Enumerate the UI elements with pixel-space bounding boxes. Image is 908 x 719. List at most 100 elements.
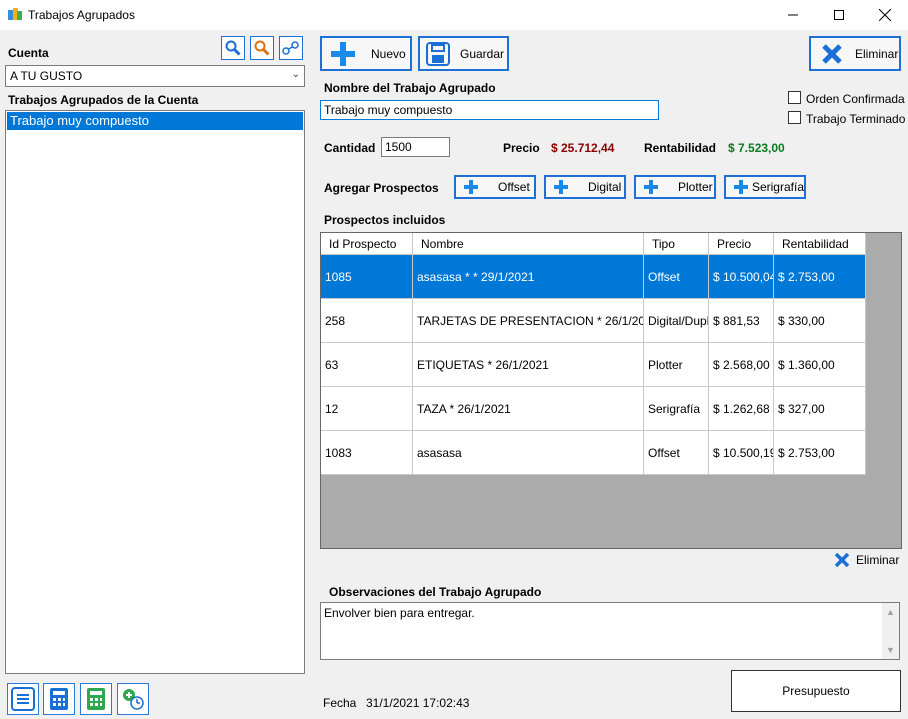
search-button[interactable] <box>221 36 245 60</box>
plus-icon <box>734 180 748 194</box>
calculator-blue-button[interactable] <box>43 683 75 715</box>
trabajos-list[interactable]: Trabajo muy compuesto <box>5 110 305 674</box>
nuevo-button[interactable]: Nuevo <box>320 36 412 71</box>
guardar-button[interactable]: Guardar <box>418 36 509 71</box>
cell-id: 1083 <box>321 431 413 475</box>
cell-tipo: Serigrafía <box>644 387 709 431</box>
cell-tipo: Plotter <box>644 343 709 387</box>
add-serigrafia-label: Serigrafía <box>751 180 804 194</box>
prospectos-label: Prospectos incluidos <box>324 213 446 227</box>
cell-nombre: TAZA * 26/1/2021 <box>413 387 644 431</box>
list-icon <box>11 687 35 711</box>
close-icon <box>879 9 891 21</box>
table-row[interactable]: 258 TARJETAS DE PRESENTACION * 26/1/2021… <box>321 299 866 343</box>
fecha-label: Fecha <box>323 696 357 710</box>
calculator-icon <box>50 688 68 710</box>
observaciones-textarea[interactable]: Envolver bien para entregar. ▲ ▼ <box>320 602 900 660</box>
precio-label: Precio <box>503 141 540 155</box>
orden-confirmada-label: Orden Confirmada <box>806 92 905 106</box>
save-icon <box>426 41 450 66</box>
search-icon <box>225 40 241 56</box>
cell-precio: $ 1.262,68 <box>709 387 774 431</box>
observaciones-text: Envolver bien para entregar. <box>324 606 475 620</box>
cantidad-input[interactable]: 1500 <box>381 137 450 157</box>
observaciones-label: Observaciones del Trabajo Agrupado <box>329 585 542 599</box>
trabajo-terminado-label: Trabajo Terminado <box>806 112 906 126</box>
column-header-precio[interactable]: Precio <box>709 233 774 255</box>
rentabilidad-label: Rentabilidad <box>644 141 717 155</box>
scroll-up-icon[interactable]: ▲ <box>886 607 895 617</box>
maximize-icon <box>834 10 844 20</box>
scroll-down-icon[interactable]: ▼ <box>886 645 895 655</box>
prospectos-grid[interactable]: Id Prospecto Nombre Tipo Precio Rentabil… <box>320 232 902 549</box>
minimize-icon <box>788 14 798 16</box>
column-header-nombre[interactable]: Nombre <box>413 233 644 255</box>
link-button[interactable] <box>279 36 303 60</box>
plus-icon <box>331 41 355 66</box>
search-advanced-button[interactable] <box>250 36 274 60</box>
presupuesto-button[interactable]: Presupuesto <box>731 670 901 712</box>
cell-rentabilidad: $ 327,00 <box>774 387 866 431</box>
column-header-id[interactable]: Id Prospecto <box>321 233 413 255</box>
cell-precio: $ 10.500,19 <box>709 431 774 475</box>
app-icon <box>8 8 22 20</box>
list-view-button[interactable] <box>7 683 39 715</box>
orden-confirmada-checkbox[interactable] <box>788 91 801 104</box>
cantidad-label: Cantidad <box>324 141 376 155</box>
eliminar-label: Eliminar <box>855 46 899 61</box>
cuenta-select-value: A TU GUSTO <box>10 69 83 83</box>
add-serigrafia-button[interactable]: Serigrafía <box>724 175 806 199</box>
cell-id: 258 <box>321 299 413 343</box>
cell-nombre: asasasa * * 29/1/2021 <box>413 255 644 299</box>
add-digital-label: Digital <box>588 180 622 194</box>
table-row[interactable]: 1085 asasasa * * 29/1/2021 Offset $ 10.5… <box>321 255 866 299</box>
minimize-button[interactable] <box>770 0 816 30</box>
column-header-tipo[interactable]: Tipo <box>644 233 709 255</box>
maximize-button[interactable] <box>816 0 862 30</box>
cell-nombre: ETIQUETAS * 26/1/2021 <box>413 343 644 387</box>
eliminar-prospecto-button[interactable]: Eliminar <box>834 552 899 568</box>
window-title: Trabajos Agrupados <box>28 8 135 22</box>
add-clock-icon <box>123 689 144 710</box>
table-row[interactable]: 12 TAZA * 26/1/2021 Serigrafía $ 1.262,6… <box>321 387 866 431</box>
add-plotter-button[interactable]: Plotter <box>634 175 716 199</box>
eliminar-prospecto-label: Eliminar <box>856 553 900 567</box>
add-offset-button[interactable]: Offset <box>454 175 536 199</box>
cell-nombre: TARJETAS DE PRESENTACION * 26/1/2021 <box>413 299 644 343</box>
fecha-value: 31/1/2021 17:02:43 <box>366 696 470 710</box>
calculator-green-button[interactable] <box>80 683 112 715</box>
cuenta-label: Cuenta <box>8 46 49 60</box>
link-icon <box>282 41 299 55</box>
cuenta-select[interactable]: A TU GUSTO ⌄ <box>5 65 305 87</box>
nombre-input[interactable]: Trabajo muy compuesto <box>320 100 659 120</box>
cell-nombre: asasasa <box>413 431 644 475</box>
table-row[interactable]: 63 ETIQUETAS * 26/1/2021 Plotter $ 2.568… <box>321 343 866 387</box>
cell-tipo: Offset <box>644 255 709 299</box>
cell-rentabilidad: $ 2.753,00 <box>774 431 866 475</box>
cell-rentabilidad: $ 330,00 <box>774 299 866 343</box>
add-plotter-label: Plotter <box>678 180 713 194</box>
column-header-rentabilidad[interactable]: Rentabilidad <box>774 233 866 255</box>
close-button[interactable] <box>862 0 908 30</box>
cell-tipo: Offset <box>644 431 709 475</box>
cell-precio: $ 10.500,04 <box>709 255 774 299</box>
list-item[interactable]: Trabajo muy compuesto <box>7 112 303 130</box>
cell-id: 12 <box>321 387 413 431</box>
add-digital-button[interactable]: Digital <box>544 175 626 199</box>
cell-precio: $ 881,53 <box>709 299 774 343</box>
plus-icon <box>644 180 658 194</box>
eliminar-button[interactable]: Eliminar <box>809 36 901 71</box>
cell-precio: $ 2.568,00 <box>709 343 774 387</box>
add-schedule-button[interactable] <box>117 683 149 715</box>
plus-icon <box>554 180 568 194</box>
trabajos-list-label: Trabajos Agrupados de la Cuenta <box>8 93 199 107</box>
trabajo-terminado-checkbox[interactable] <box>788 111 801 124</box>
nuevo-label: Nuevo <box>371 46 406 61</box>
cell-rentabilidad: $ 2.753,00 <box>774 255 866 299</box>
rentabilidad-value: $ 7.523,00 <box>728 141 785 155</box>
scrollbar[interactable]: ▲ ▼ <box>882 603 899 659</box>
table-row[interactable]: 1083 asasasa Offset $ 10.500,19 $ 2.753,… <box>321 431 866 475</box>
guardar-label: Guardar <box>460 46 505 61</box>
chevron-down-icon: ⌄ <box>291 69 300 80</box>
cell-id: 63 <box>321 343 413 387</box>
